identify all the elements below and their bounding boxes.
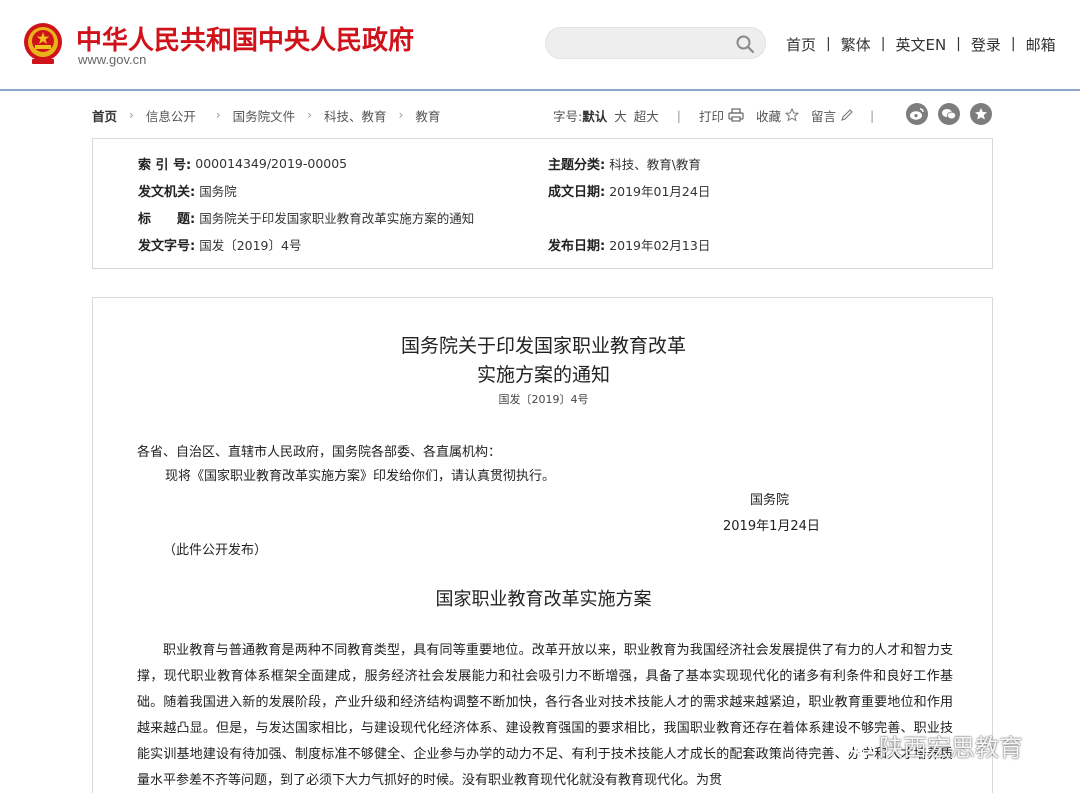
nav-separator: | xyxy=(1010,36,1016,52)
share-icons xyxy=(906,103,992,125)
printer-icon[interactable] xyxy=(728,108,744,122)
nav-separator: | xyxy=(880,36,886,52)
article-date: 2019年1月24日 xyxy=(723,519,820,534)
article-subtitle: 国家职业教育改革实施方案 xyxy=(435,589,652,610)
nav-traditional[interactable]: 繁体 xyxy=(841,34,871,55)
meta-issuer-label: 发文机关: xyxy=(138,184,196,200)
article-addressee: 各省、自治区、直辖市人民政府，国务院各部委、各直属机构： xyxy=(137,445,502,460)
wechat-icon[interactable] xyxy=(938,103,960,125)
document-meta-table: 索 引 号: 000014349/2019-00005 发文机关: 国务院 标 … xyxy=(92,138,993,269)
font-size-large[interactable]: 大 xyxy=(614,106,627,125)
font-size-label: 字号: xyxy=(553,108,583,124)
meta-issuer-value: 国务院 xyxy=(199,183,237,199)
national-emblem-icon[interactable] xyxy=(22,22,64,66)
meta-published-row: 发布日期: 2019年02月13日 xyxy=(548,234,710,254)
chevron-right-icon: › xyxy=(129,108,134,122)
article-title-line2: 实施方案的通知 xyxy=(476,364,610,386)
meta-index-value: 000014349/2019-00005 xyxy=(195,155,348,171)
meta-title-value: 国务院关于印发国家职业教育改革实施方案的通知 xyxy=(199,210,475,226)
meta-topic-label: 主题分类: xyxy=(548,157,606,173)
tools-separator: | xyxy=(870,107,875,123)
site-header: 中华人民共和国中央人民政府 www.gov.cn 首页 | 繁体 | 英文EN … xyxy=(0,0,1080,91)
nav-english[interactable]: 英文EN xyxy=(895,34,946,55)
header-divider xyxy=(0,89,1080,91)
meta-title-row: 标 题: 国务院关于印发国家职业教育改革实施方案的通知 xyxy=(138,207,474,227)
meta-topic-value: 科技、教育\教育 xyxy=(609,156,701,172)
chevron-right-icon: › xyxy=(398,108,404,122)
nav-separator: | xyxy=(826,36,831,52)
article-title-line1: 国务院关于印发国家职业教育改革 xyxy=(400,335,686,357)
breadcrumb: 首页 › 信息公开 › 国务院文件 › 科技、教育 › 教育 xyxy=(92,106,440,124)
meta-title-label: 标 题: xyxy=(138,211,196,227)
meta-topic-row: 主题分类: 科技、教育\教育 xyxy=(548,153,701,173)
meta-docno-row: 发文字号: 国发〔2019〕4号 xyxy=(138,234,301,254)
meta-index-row: 索 引 号: 000014349/2019-00005 xyxy=(138,153,347,173)
article-paragraph: 职业教育与普通教育是两种不同教育类型，具有同等重要地位。改革开放以来，职业教育为… xyxy=(137,643,953,788)
nav-login[interactable]: 登录 xyxy=(971,34,1001,55)
article-body: 国务院关于印发国家职业教育改革 实施方案的通知 国发〔2019〕4号 各省、自治… xyxy=(92,297,993,793)
breadcrumb-home[interactable]: 首页 xyxy=(92,106,117,125)
breadcrumb-science-education[interactable]: 科技、教育 xyxy=(324,106,387,125)
top-nav: 首页 | 繁体 | 英文EN | 登录 | 邮箱 xyxy=(786,33,1056,55)
nav-mail[interactable]: 邮箱 xyxy=(1026,34,1056,55)
star-icon[interactable] xyxy=(970,103,992,125)
tools-separator: | xyxy=(676,107,681,123)
meta-written-value: 2019年01月24日 xyxy=(609,183,711,199)
article-instruction: 现将《国家职业教育改革实施方案》印发给你们，请认真贯彻执行。 xyxy=(165,469,556,484)
article-signer: 国务院 xyxy=(750,493,790,508)
meta-written-row: 成文日期: 2019年01月24日 xyxy=(548,180,710,200)
star-outline-icon[interactable] xyxy=(785,108,800,122)
chevron-right-icon: › xyxy=(307,108,312,122)
weibo-icon[interactable] xyxy=(906,103,928,125)
nav-home[interactable]: 首页 xyxy=(786,34,816,55)
meta-docno-value: 国发〔2019〕4号 xyxy=(199,237,302,253)
font-size-xlarge[interactable]: 超大 xyxy=(634,106,659,125)
breadcrumb-education[interactable]: 教育 xyxy=(415,106,440,125)
watermark-text: 陕西宏思教育 xyxy=(879,734,1023,762)
page-tools: 字号: 默认 大 超大 | 打印 收藏 留言 | xyxy=(553,106,884,124)
meta-issuer-row: 发文机关: 国务院 xyxy=(138,180,237,200)
meta-written-label: 成文日期: xyxy=(548,184,606,200)
comment-button[interactable]: 留言 xyxy=(811,106,836,125)
search-icon[interactable] xyxy=(735,34,755,54)
wechat-watermark-icon xyxy=(846,735,872,756)
chevron-right-icon: › xyxy=(215,108,221,122)
article-public-note: （此件公开发布） xyxy=(163,543,268,558)
favorite-button[interactable]: 收藏 xyxy=(756,106,781,125)
nav-separator: | xyxy=(956,36,961,52)
meta-index-label: 索 引 号: xyxy=(138,157,192,173)
meta-published-value: 2019年02月13日 xyxy=(609,237,711,253)
pencil-icon[interactable] xyxy=(840,108,854,122)
article-doc-number: 国发〔2019〕4号 xyxy=(498,393,589,406)
meta-docno-label: 发文字号: xyxy=(138,238,196,254)
site-url[interactable]: www.gov.cn xyxy=(78,52,146,67)
watermark: 陕西宏思教育 xyxy=(845,728,1023,763)
font-size-default[interactable]: 默认 xyxy=(582,106,607,125)
breadcrumb-info-public[interactable]: 信息公开 xyxy=(146,106,196,125)
search-box xyxy=(545,27,766,59)
print-button[interactable]: 打印 xyxy=(699,106,724,125)
search-input[interactable] xyxy=(560,28,740,58)
meta-published-label: 发布日期: xyxy=(548,238,606,254)
breadcrumb-state-council-docs[interactable]: 国务院文件 xyxy=(233,106,296,125)
